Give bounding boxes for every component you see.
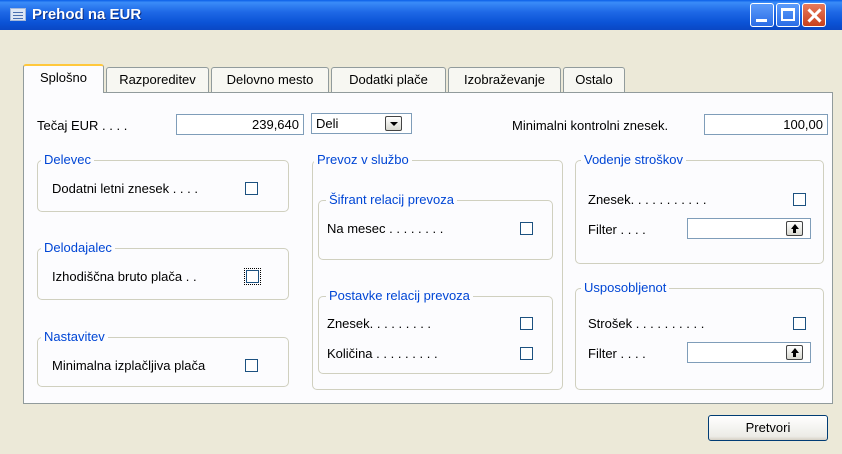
minimalna-izplacljiva-checkbox[interactable] [245,359,258,372]
group-title-vodenje: Vodenje stroškov [581,152,687,167]
group-title-sifrant: Šifrant relacij prevoza [326,192,457,207]
tab-razporeditev[interactable]: Razporeditev [106,67,209,92]
tecaj-eur-label: Tečaj EUR . . . . [37,118,128,133]
group-usposobljenost [575,288,824,390]
strosek-label: Strošek . . . . . . . . . . [588,316,705,331]
dodatni-letni-checkbox[interactable] [245,182,258,195]
postavke-znesek-checkbox[interactable] [520,317,533,330]
group-postavke [318,296,553,374]
tab-ostalo[interactable]: Ostalo [563,67,625,92]
kolicina-label: Količina . . . . . . . . . [327,346,438,361]
kolicina-checkbox[interactable] [520,347,533,360]
dodatni-letni-label: Dodatni letni znesek . . . . [52,181,198,196]
lookup-arrow-icon[interactable] [786,221,803,236]
izhodiscna-bruto-checkbox[interactable] [244,268,261,285]
close-button[interactable] [802,3,826,27]
lookup-arrow-icon[interactable] [786,345,803,360]
na-mesec-checkbox[interactable] [520,222,533,235]
group-title-nastavitev: Nastavitev [41,329,108,344]
minimalna-izplacljiva-label: Minimalna izplačljiva plača [52,358,206,373]
form-icon [10,8,26,21]
group-title-usposobljenost: Usposobljenot [581,280,670,295]
group-title-prevoz: Prevoz v službo [314,152,412,167]
window-title: Prehod na EUR [32,6,142,23]
tecaj-eur-input[interactable]: 239,640 [176,114,304,135]
group-title-delodajalec: Delodajalec [41,240,115,255]
min-kontrolni-input[interactable]: 100,00 [704,114,828,135]
maximize-button[interactable] [776,3,800,27]
group-title-postavke: Postavke relacij prevoza [326,288,473,303]
usposobljenost-filter-label: Filter . . . . [588,346,646,361]
minimize-button[interactable] [750,3,774,27]
group-title-delevec: Delevec [41,152,94,167]
vodenje-znesek-label: Znesek. . . . . . . . . . . [588,192,707,207]
izhodiscna-bruto-label: Izhodiščna bruto plača . . [52,269,197,284]
tab-izobrazevanje[interactable]: Izobraževanje [448,67,561,92]
strosek-checkbox[interactable] [793,317,806,330]
pretvori-button[interactable]: Pretvori [708,415,828,441]
vodenje-filter-label: Filter . . . . [588,222,646,237]
title-bar[interactable]: Prehod na EUR [0,0,842,30]
operation-select-value: Deli [316,116,339,131]
min-kontrolni-label: Minimalni kontrolni znesek. [512,118,669,133]
postavke-znesek-label: Znesek. . . . . . . . . [327,316,432,331]
na-mesec-label: Na mesec . . . . . . . . [327,221,444,236]
tab-dodatki-place[interactable]: Dodatki plače [331,67,446,92]
vodenje-znesek-checkbox[interactable] [793,193,806,206]
tab-delovno-mesto[interactable]: Delovno mesto [211,67,329,92]
tab-splosno[interactable]: Splošno [23,64,104,93]
dropdown-arrow-icon[interactable] [385,116,402,131]
group-vodenje [575,160,824,264]
